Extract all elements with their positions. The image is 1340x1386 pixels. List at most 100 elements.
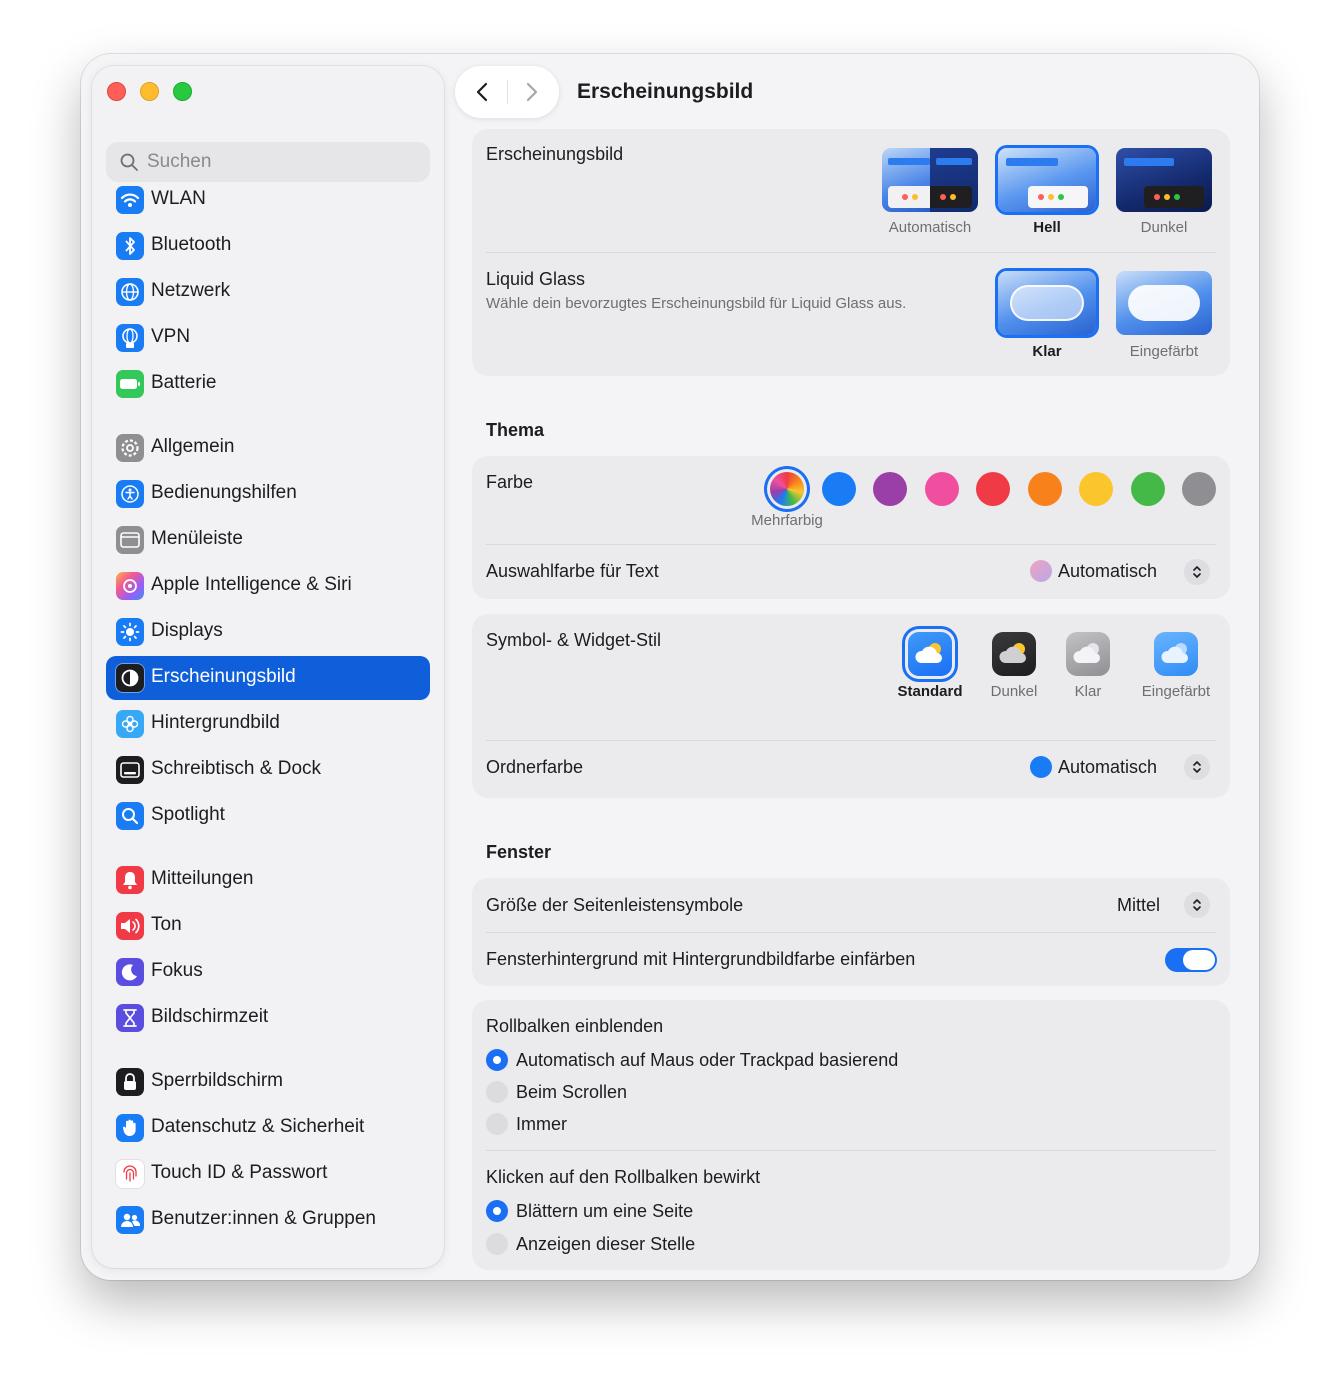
scrollbar-card: Rollbalken einblenden Automatisch auf Ma… xyxy=(472,1000,1230,1270)
color-swatch-green[interactable] xyxy=(1131,472,1165,506)
users-icon xyxy=(116,1206,144,1234)
lock-icon xyxy=(116,1068,144,1096)
toggle-knob xyxy=(1183,950,1215,970)
liquid-glass-caption-eingefaerbt: Eingefärbt xyxy=(1129,343,1199,360)
sidebar-item-bedienungshilfen[interactable]: Bedienungshilfen xyxy=(106,472,430,516)
sidebar-item-spotlight[interactable]: Spotlight xyxy=(106,794,430,838)
icon-style-caption-eingefaerbt: Eingefärbt xyxy=(1141,683,1211,700)
gear-icon xyxy=(116,434,144,462)
highlight-color-dot xyxy=(1030,560,1052,582)
minimize-window-button[interactable] xyxy=(140,82,159,101)
color-swatch-multicolor[interactable] xyxy=(770,472,804,506)
tint-window-toggle[interactable] xyxy=(1165,948,1217,972)
sidebar-size-popup[interactable]: Mittel xyxy=(1117,895,1160,916)
appearance-option-hell[interactable] xyxy=(998,148,1096,212)
color-swatch-yellow[interactable] xyxy=(1079,472,1113,506)
liquid-glass-option-klar[interactable] xyxy=(998,271,1096,335)
icon-style-klar[interactable] xyxy=(1066,632,1110,676)
section-title-thema: Thema xyxy=(486,420,545,440)
radio-click-next-page[interactable] xyxy=(486,1200,508,1222)
chevron-left-icon[interactable] xyxy=(469,78,497,106)
divider xyxy=(486,252,1216,253)
navigation-buttons xyxy=(455,66,559,118)
radio-show-always[interactable] xyxy=(486,1113,508,1135)
sidebar-item-displays[interactable]: Displays xyxy=(106,610,430,654)
folder-color-dot xyxy=(1030,756,1052,778)
icon-style-eingefaerbt[interactable] xyxy=(1154,632,1198,676)
divider xyxy=(486,932,1216,933)
folder-color-popup[interactable]: Automatisch xyxy=(1030,756,1157,778)
color-swatch-blue[interactable] xyxy=(822,472,856,506)
icon-style-card: Symbol- & Widget-Stil Standard Dunkel Kl… xyxy=(472,614,1230,798)
icon-style-standard[interactable] xyxy=(908,632,952,676)
divider xyxy=(486,740,1216,741)
highlight-color-stepper[interactable] xyxy=(1184,559,1210,585)
radio-click-jump[interactable] xyxy=(486,1233,508,1255)
sidebar-item-bluetooth[interactable]: Bluetooth xyxy=(106,224,430,268)
tint-window-label: Fensterhintergrund mit Hintergrundbildfa… xyxy=(486,949,916,969)
sidebar-item-datenschutz[interactable]: Datenschutz & Sicherheit xyxy=(106,1106,430,1150)
appearance-caption-hell: Hell xyxy=(1033,219,1061,236)
color-swatch-red[interactable] xyxy=(976,472,1010,506)
menubar-icon xyxy=(116,526,144,554)
sidebar-item-schreibtisch-dock[interactable]: Schreibtisch & Dock xyxy=(106,748,430,792)
weather-icon xyxy=(1161,643,1188,663)
icon-style-label: Symbol- & Widget-Stil xyxy=(486,630,662,650)
color-swatch-purple[interactable] xyxy=(873,472,907,506)
sidebar-item-erscheinungsbild[interactable]: Erscheinungsbild xyxy=(106,656,430,700)
fingerprint-icon xyxy=(116,1160,144,1188)
sidebar-item-hintergrundbild[interactable]: Hintergrundbild xyxy=(106,702,430,746)
sidebar-item-bildschirmzeit[interactable]: Bildschirmzeit xyxy=(106,996,430,1040)
close-window-button[interactable] xyxy=(107,82,126,101)
radio-label-show-scrolling: Beim Scrollen xyxy=(516,1082,628,1102)
sidebar-size-stepper[interactable] xyxy=(1184,892,1210,918)
siri-icon xyxy=(116,572,144,600)
chevron-updown-icon xyxy=(1193,566,1201,578)
folder-color-stepper[interactable] xyxy=(1184,754,1210,780)
chevron-right-icon[interactable] xyxy=(517,78,545,106)
color-swatch-pink[interactable] xyxy=(925,472,959,506)
icon-style-dunkel[interactable] xyxy=(992,632,1036,676)
sidebar-item-sperrbildschirm[interactable]: Sperrbildschirm xyxy=(106,1060,430,1104)
selected-color-name: Mehrfarbig xyxy=(751,512,823,529)
sidebar-item-vpn[interactable]: VPN xyxy=(106,316,430,360)
sidebar-item-mitteilungen[interactable]: Mitteilungen xyxy=(106,858,430,902)
sidebar-item-batterie[interactable]: Batterie xyxy=(106,362,430,406)
chevron-updown-icon xyxy=(1193,899,1201,911)
hand-icon xyxy=(116,1114,144,1142)
sidebar-item-apple-intelligence-siri[interactable]: Apple Intelligence & Siri xyxy=(106,564,430,608)
spotlight-icon xyxy=(116,802,144,830)
sidebar-item-allgemein[interactable]: Allgemein xyxy=(106,426,430,470)
sidebar-item-netzwerk[interactable]: Netzwerk xyxy=(106,270,430,314)
appearance-caption-dunkel: Dunkel xyxy=(1140,219,1188,236)
color-swatch-orange[interactable] xyxy=(1028,472,1062,506)
liquid-glass-label: Liquid Glass xyxy=(486,269,586,289)
sidebar-item-fokus[interactable]: Fokus xyxy=(106,950,430,994)
radio-show-automatic[interactable] xyxy=(486,1049,508,1071)
appearance-icon xyxy=(116,664,144,692)
color-swatch-graphite[interactable] xyxy=(1182,472,1216,506)
sidebar-item-menueleiste[interactable]: Menüleiste xyxy=(106,518,430,562)
chevron-updown-icon xyxy=(1193,761,1201,773)
radio-show-scrolling[interactable] xyxy=(486,1081,508,1103)
radio-label-show-automatic: Automatisch auf Maus oder Trackpad basie… xyxy=(516,1050,899,1070)
highlight-color-label: Auswahlfarbe für Text xyxy=(486,561,659,581)
sidebar-item-wlan[interactable]: WLAN xyxy=(106,178,430,222)
liquid-glass-caption-klar: Klar xyxy=(1032,343,1062,360)
appearance-option-automatisch[interactable] xyxy=(882,148,978,212)
sidebar-item-ton[interactable]: Ton xyxy=(106,904,430,948)
appearance-card: Erscheinungsbild Automatisch Hell Dunkel… xyxy=(472,129,1230,376)
search-icon xyxy=(120,153,138,171)
settings-window: Suchen WLAN Bluetooth Netzwerk VPN Batte… xyxy=(81,54,1259,1280)
sidebar-item-benutzer-gruppen[interactable]: Benutzer:innen & Gruppen xyxy=(106,1198,430,1242)
vpn-globe-icon xyxy=(116,324,144,352)
appearance-option-dunkel[interactable] xyxy=(1116,148,1212,212)
appearance-caption-automatisch: Automatisch xyxy=(888,219,972,236)
highlight-color-popup[interactable]: Automatisch xyxy=(1030,560,1157,582)
zoom-window-button[interactable] xyxy=(173,82,192,101)
divider xyxy=(486,544,1216,545)
radio-label-click-next-page: Blättern um eine Seite xyxy=(516,1201,694,1221)
sidebar-item-touch-id[interactable]: Touch ID & Passwort xyxy=(106,1152,430,1196)
search-input[interactable]: Suchen xyxy=(106,142,430,182)
liquid-glass-option-eingefaerbt[interactable] xyxy=(1116,271,1212,335)
